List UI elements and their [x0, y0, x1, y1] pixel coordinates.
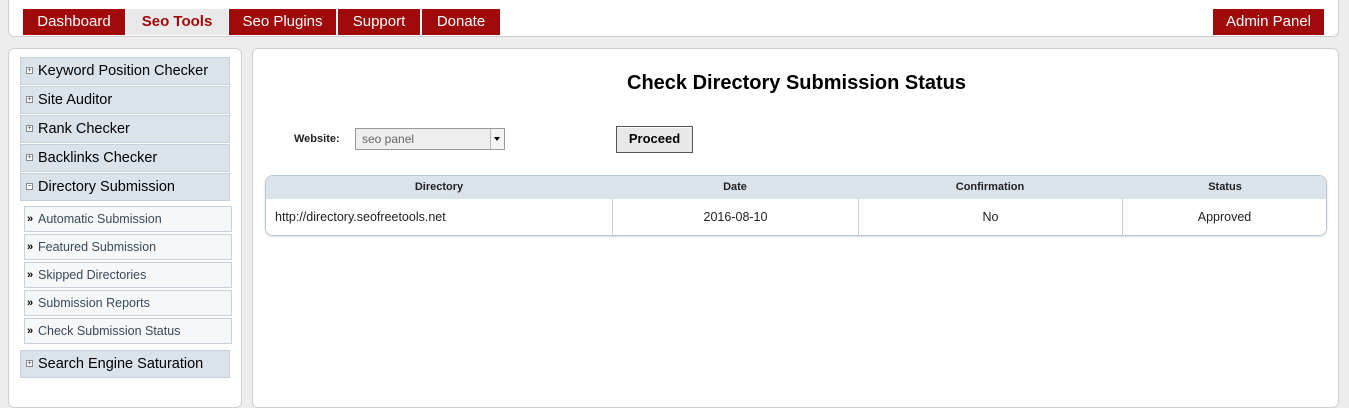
column-header-confirmation: Confirmation — [955, 181, 1025, 193]
double-arrow-icon: » — [27, 269, 34, 281]
subitem-submission-reports[interactable]: » Submission Reports — [24, 290, 232, 316]
tab-dashboard[interactable]: Dashboard — [23, 9, 125, 35]
sidebar: + Keyword Position Checker + Site Audito… — [8, 48, 242, 408]
sidebar-item-rank-checker[interactable]: + Rank Checker — [20, 115, 230, 143]
collapse-icon: − — [26, 183, 33, 190]
sidebar-item-label: Rank Checker — [38, 121, 130, 137]
sidebar-item-keyword-position-checker[interactable]: + Keyword Position Checker — [20, 57, 230, 85]
double-arrow-icon: » — [27, 297, 34, 309]
tab-seo-plugins[interactable]: Seo Plugins — [229, 9, 336, 35]
sidebar-item-directory-submission[interactable]: − Directory Submission — [20, 173, 230, 201]
table-row: http://directory.seofreetools.net 2016-0… — [266, 199, 1326, 235]
subitem-label: Check Submission Status — [38, 324, 181, 338]
tab-support[interactable]: Support — [338, 9, 420, 35]
cell-directory: http://directory.seofreetools.net — [275, 210, 446, 224]
tab-donate[interactable]: Donate — [422, 9, 500, 35]
subitem-label: Featured Submission — [38, 240, 157, 254]
double-arrow-icon: » — [27, 241, 34, 253]
sidebar-item-site-auditor[interactable]: + Site Auditor — [20, 86, 230, 114]
expand-icon: + — [26, 67, 33, 74]
top-nav-bar: Dashboard Seo Tools Seo Plugins Support … — [8, 0, 1339, 37]
expand-icon: + — [26, 360, 33, 367]
website-select[interactable]: seo panel — [355, 128, 505, 150]
page-title: Check Directory Submission Status — [627, 72, 966, 94]
proceed-button[interactable]: Proceed — [616, 126, 693, 153]
sidebar-item-label: Backlinks Checker — [38, 150, 158, 166]
sidebar-item-label: Keyword Position Checker — [38, 63, 209, 79]
admin-panel-button[interactable]: Admin Panel — [1213, 9, 1324, 35]
subitem-check-submission-status[interactable]: » Check Submission Status — [24, 318, 232, 344]
cell-status: Approved — [1122, 199, 1326, 235]
expand-icon: + — [26, 125, 33, 132]
website-select-value: seo panel — [362, 132, 415, 146]
expand-icon: + — [26, 96, 33, 103]
website-label: Website: — [294, 133, 340, 145]
subitem-featured-submission[interactable]: » Featured Submission — [24, 234, 232, 260]
column-header-directory: Directory — [414, 181, 464, 193]
dropdown-caret-icon — [490, 129, 504, 149]
cell-date: 2016-08-10 — [612, 199, 858, 235]
main-panel: Check Directory Submission Status Websit… — [252, 48, 1339, 408]
subitem-label: Skipped Directories — [38, 268, 147, 282]
tab-seo-tools[interactable]: Seo Tools — [126, 9, 228, 35]
double-arrow-icon: » — [27, 213, 34, 225]
table-header: Directory Date Confirmation Status — [266, 176, 1326, 199]
sidebar-item-label: Search Engine Saturation — [38, 356, 204, 372]
expand-icon: + — [26, 154, 33, 161]
double-arrow-icon: » — [27, 325, 34, 337]
sidebar-item-label: Site Auditor — [38, 92, 113, 108]
sidebar-item-label: Directory Submission — [38, 179, 175, 195]
column-header-status: Status — [1208, 181, 1242, 193]
subitem-label: Submission Reports — [38, 296, 150, 310]
column-header-date: Date — [723, 181, 747, 193]
subitem-automatic-submission[interactable]: » Automatic Submission — [24, 206, 232, 232]
subitem-label: Automatic Submission — [38, 212, 162, 226]
submission-status-table: Directory Date Confirmation Status http:… — [265, 175, 1327, 236]
cell-confirmation: No — [858, 199, 1122, 235]
sidebar-item-backlinks-checker[interactable]: + Backlinks Checker — [20, 144, 230, 172]
sidebar-item-search-engine-saturation[interactable]: + Search Engine Saturation — [20, 350, 230, 378]
subitem-skipped-directories[interactable]: » Skipped Directories — [24, 262, 232, 288]
